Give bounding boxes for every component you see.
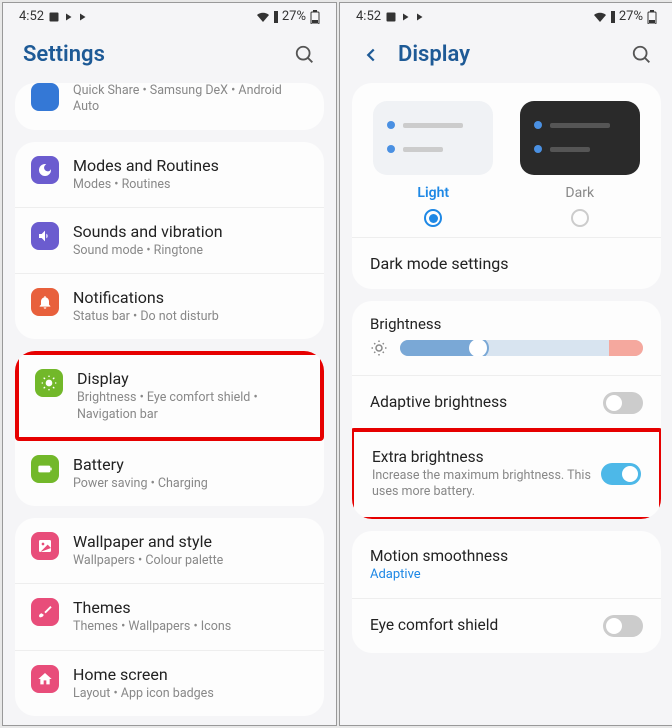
- display-header: Display: [340, 30, 672, 83]
- adaptive-toggle[interactable]: [603, 392, 643, 414]
- eye-comfort-toggle[interactable]: [603, 615, 643, 637]
- settings-item-notifications[interactable]: Notifications Status bar • Do not distur…: [15, 274, 324, 339]
- extra-brightness-toggle[interactable]: [601, 463, 641, 485]
- wifi-icon: [256, 11, 270, 23]
- brightness-label: Brightness: [352, 301, 661, 339]
- wifi-icon: [593, 11, 607, 23]
- brightness-slider[interactable]: [352, 339, 661, 375]
- status-bar: 4:52 27%: [340, 3, 672, 30]
- sun-icon: [35, 369, 63, 397]
- sound-icon: [31, 222, 59, 250]
- settings-item-home[interactable]: Home screen Layout • App icon badges: [15, 651, 324, 716]
- theme-selector: Light Dark: [352, 83, 661, 237]
- settings-item-battery[interactable]: Battery Power saving • Charging: [15, 441, 324, 506]
- radio-light[interactable]: [424, 209, 442, 227]
- theme-dark[interactable]: Dark: [507, 101, 654, 227]
- page-title: Settings: [23, 42, 105, 67]
- image-icon: [31, 532, 59, 560]
- back-icon[interactable]: [360, 44, 382, 66]
- settings-item-truncated[interactable]: Quick Share • Samsung DeX • Android Auto: [15, 83, 324, 130]
- status-time: 4:52: [19, 9, 44, 24]
- bell-icon: [31, 288, 59, 316]
- theme-preview-light: [373, 101, 493, 175]
- settings-item-sounds[interactable]: Sounds and vibration Sound mode • Ringto…: [15, 208, 324, 274]
- adaptive-brightness[interactable]: Adaptive brightness: [352, 375, 661, 430]
- settings-list[interactable]: Quick Share • Samsung DeX • Android Auto…: [3, 83, 336, 725]
- settings-screen: 4:52 27% Settings: [2, 2, 337, 726]
- battery-icon: [310, 10, 320, 24]
- display-content[interactable]: Light Dark Dark mode setti: [340, 83, 672, 725]
- status-time: 4:52: [356, 9, 381, 24]
- status-battery: 27%: [619, 9, 643, 24]
- moon-icon: [31, 156, 59, 184]
- display-screen: 4:52 27% Display: [339, 2, 672, 726]
- brush-icon: [31, 598, 59, 626]
- dark-mode-settings[interactable]: Dark mode settings: [352, 237, 661, 289]
- status-battery: 27%: [282, 9, 306, 24]
- battery-icon: [31, 455, 59, 483]
- settings-item-modes[interactable]: Modes and Routines Modes • Routines: [15, 142, 324, 208]
- battery-icon: [647, 10, 657, 24]
- extra-brightness[interactable]: Extra brightness Increase the maximum br…: [354, 432, 659, 517]
- settings-item-themes[interactable]: Themes Themes • Wallpapers • Icons: [15, 584, 324, 650]
- status-notif-icons: [48, 11, 88, 23]
- status-notif-icons: [385, 11, 425, 23]
- page-title: Display: [398, 42, 470, 67]
- search-icon[interactable]: [631, 44, 653, 66]
- sun-icon: [370, 339, 388, 357]
- settings-header: Settings: [3, 30, 336, 83]
- eye-comfort-shield[interactable]: Eye comfort shield: [352, 598, 661, 653]
- motion-smoothness[interactable]: Motion smoothness Adaptive: [352, 531, 661, 598]
- signal-icon: [611, 11, 615, 23]
- theme-preview-dark: [520, 101, 640, 175]
- status-bar: 4:52 27%: [3, 3, 336, 30]
- theme-light[interactable]: Light: [360, 101, 507, 227]
- settings-item-wallpaper[interactable]: Wallpaper and style Wallpapers • Colour …: [15, 518, 324, 584]
- radio-dark[interactable]: [571, 209, 589, 227]
- signal-icon: [274, 11, 278, 23]
- home-icon: [31, 665, 59, 693]
- settings-item-display[interactable]: Display Brightness • Eye comfort shield …: [19, 355, 320, 437]
- search-icon[interactable]: [294, 44, 316, 66]
